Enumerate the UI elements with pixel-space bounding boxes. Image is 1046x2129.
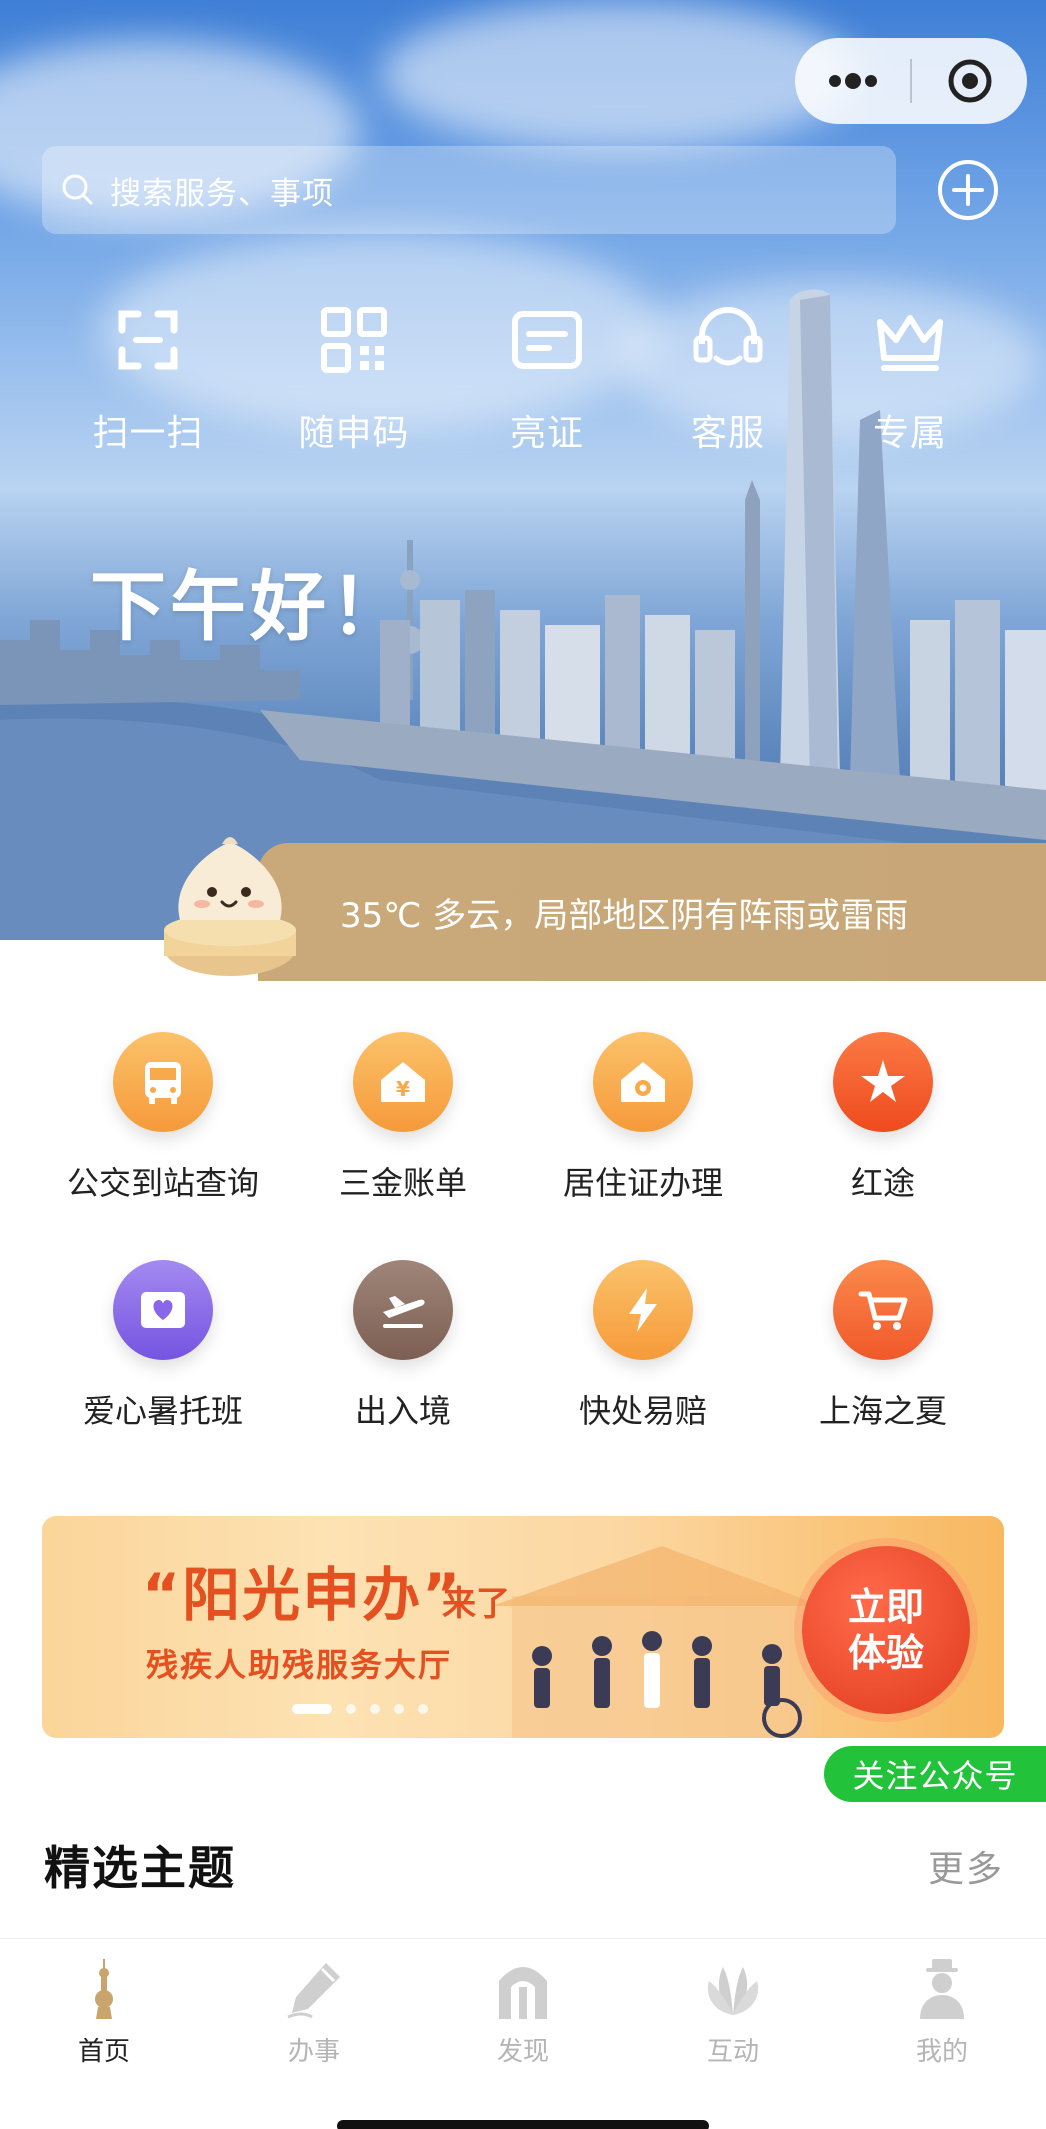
search-icon <box>62 174 93 205</box>
tab-label: 互动 <box>706 2037 759 2067</box>
quick-action-label: 亮证 <box>509 413 584 454</box>
heart-card-icon <box>141 1292 185 1328</box>
service-icon-bg <box>833 1260 933 1360</box>
carousel-dot[interactable] <box>394 1704 404 1714</box>
qr-code-icon <box>321 307 387 373</box>
crown-icon <box>877 315 943 371</box>
service-shanghai-summer[interactable]: 上海之夏 <box>763 1260 1003 1432</box>
house-yen-icon: ¥ <box>381 1062 425 1102</box>
xiaolongbao-mascot-icon <box>164 837 296 976</box>
tab-discover[interactable]: 发现 <box>453 1957 593 2068</box>
service-summer-daycare[interactable]: 爱心暑托班 <box>43 1260 283 1432</box>
service-label: 出入境 <box>354 1392 451 1430</box>
follow-official-account-button[interactable]: 关注公众号 <box>824 1746 1046 1802</box>
headset-icon <box>693 307 763 366</box>
lightning-icon <box>629 1288 657 1332</box>
quick-action-qr-code[interactable]: 随申码 <box>274 300 434 456</box>
tab-label: 我的 <box>915 2037 968 2067</box>
carousel-dot[interactable] <box>346 1704 356 1714</box>
service-exit-entry[interactable]: 出入境 <box>283 1260 523 1432</box>
svg-text:¥: ¥ <box>396 1077 410 1101</box>
tab-home[interactable]: 首页 <box>34 1957 174 2068</box>
greeting-text: 下午好！ <box>90 562 410 651</box>
service-label: 三金账单 <box>338 1164 467 1202</box>
home-indicator <box>337 2120 709 2129</box>
service-label: 上海之夏 <box>818 1392 947 1430</box>
banner-title-suffix: 来了 <box>442 1584 510 1624</box>
service-three-funds-bill[interactable]: ¥ 三金账单 <box>283 1032 523 1204</box>
carousel-dot[interactable] <box>370 1704 380 1714</box>
cta-line: 立即 <box>847 1585 924 1629</box>
tab-label: 办事 <box>287 2037 340 2067</box>
mini-program-capsule <box>795 38 1027 124</box>
tab-services[interactable]: 办事 <box>244 1957 384 2068</box>
service-bus-arrival[interactable]: 公交到站查询 <box>43 1032 283 1204</box>
carousel-indicator <box>292 1704 428 1714</box>
carousel-dot[interactable] <box>418 1704 428 1714</box>
target-close-icon <box>948 59 991 103</box>
tab-label: 发现 <box>496 2037 549 2067</box>
service-residence-permit[interactable]: 居住证办理 <box>523 1032 763 1204</box>
service-icon-bg <box>833 1032 933 1132</box>
arch-icon <box>499 1967 547 2019</box>
service-icon-bg: ¥ <box>353 1032 453 1132</box>
tab-interact[interactable]: 互动 <box>663 1957 803 2068</box>
quick-action-label: 随申码 <box>298 413 410 454</box>
hero-banner: 搜索服务、事项 扫一扫 随申码 亮证 客服 专属 下午好！ <box>0 0 1046 940</box>
cart-icon <box>858 1291 908 1330</box>
bus-icon <box>145 1062 181 1104</box>
city-skyline-illustration <box>0 289 1046 940</box>
quick-action-label: 客服 <box>690 413 765 454</box>
home-badge-icon <box>621 1062 665 1102</box>
close-mini-program-button[interactable] <box>912 38 1027 124</box>
more-options-button[interactable] <box>795 38 910 124</box>
service-label: 居住证办理 <box>562 1164 723 1202</box>
promo-banner[interactable]: “阳光申办” 来了 残疾人助残服务大厅 立即 体验 <box>42 1516 1004 1738</box>
try-now-button[interactable]: 立即 体验 <box>802 1546 970 1714</box>
user-icon <box>920 1959 964 2019</box>
service-icon-bg <box>593 1260 693 1360</box>
id-card-icon <box>512 311 582 369</box>
quick-action-label: 扫一扫 <box>92 413 204 454</box>
banner-subtitle: 残疾人助残服务大厅 <box>146 1646 453 1684</box>
service-quick-claims[interactable]: 快处易赔 <box>523 1260 763 1432</box>
weather-text: 35℃ 多云，局部地区阴有阵雨或雷雨 <box>340 896 909 936</box>
cta-line: 体验 <box>847 1631 924 1675</box>
section-title: 精选主题 <box>44 1841 236 1895</box>
quick-action-customer-service[interactable]: 客服 <box>648 300 808 456</box>
quick-action-exclusive[interactable]: 专属 <box>830 300 990 456</box>
red-star-icon <box>861 1060 905 1102</box>
carousel-dot[interactable] <box>292 1704 332 1714</box>
banner-title: “阳光申办” <box>142 1561 463 1629</box>
add-plus-icon[interactable] <box>936 158 1000 222</box>
service-red-journey[interactable]: 红途 <box>763 1032 1003 1204</box>
service-label: 爱心暑托班 <box>82 1392 243 1430</box>
quick-action-scan[interactable]: 扫一扫 <box>68 300 228 456</box>
service-icon-bg <box>113 1032 213 1132</box>
scan-icon <box>118 310 178 370</box>
pen-icon <box>287 1963 340 2019</box>
service-label: 公交到站查询 <box>66 1164 259 1202</box>
quick-action-show-id[interactable]: 亮证 <box>467 300 627 456</box>
service-icon-bg <box>593 1032 693 1132</box>
service-icon-bg <box>113 1260 213 1360</box>
plane-icon <box>383 1296 425 1328</box>
bottom-tab-bar: 首页 办事 发现 互动 我的 <box>0 1938 1046 2129</box>
service-hall-illustration <box>492 1546 822 1738</box>
tab-label: 首页 <box>77 2037 130 2067</box>
search-placeholder: 搜索服务、事项 <box>110 175 334 212</box>
search-input[interactable]: 搜索服务、事项 <box>42 146 896 234</box>
quick-action-label: 专属 <box>872 413 947 454</box>
tab-profile[interactable]: 我的 <box>872 1957 1012 2068</box>
magnolia-icon <box>707 1967 759 2015</box>
service-icon-bg <box>353 1260 453 1360</box>
service-label: 快处易赔 <box>578 1392 707 1430</box>
section-more-link[interactable]: 更多 <box>928 1840 1004 1892</box>
pagoda-icon <box>95 1959 113 2019</box>
more-dots-icon <box>828 73 877 89</box>
service-label: 红途 <box>850 1164 915 1202</box>
